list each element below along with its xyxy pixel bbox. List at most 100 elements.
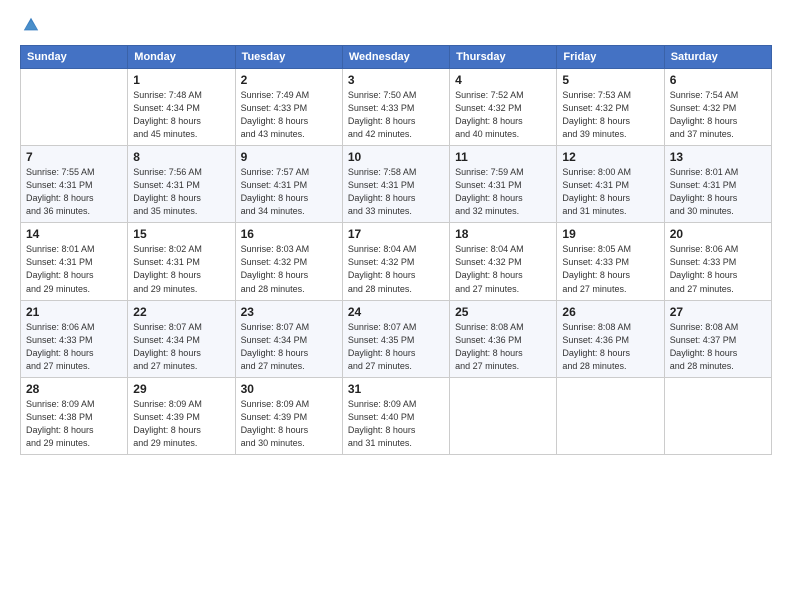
- day-number: 21: [26, 305, 122, 319]
- calendar-cell: 18Sunrise: 8:04 AMSunset: 4:32 PMDayligh…: [450, 223, 557, 300]
- day-info: Sunrise: 8:01 AMSunset: 4:31 PMDaylight:…: [670, 166, 766, 218]
- day-info: Sunrise: 8:04 AMSunset: 4:32 PMDaylight:…: [348, 243, 444, 295]
- calendar-cell: [664, 377, 771, 454]
- calendar-cell: 30Sunrise: 8:09 AMSunset: 4:39 PMDayligh…: [235, 377, 342, 454]
- weekday-thursday: Thursday: [450, 46, 557, 69]
- day-number: 11: [455, 150, 551, 164]
- day-info: Sunrise: 8:08 AMSunset: 4:36 PMDaylight:…: [562, 321, 658, 373]
- calendar-cell: 13Sunrise: 8:01 AMSunset: 4:31 PMDayligh…: [664, 146, 771, 223]
- calendar-cell: 19 Sunrise: 8:05 AMSunset: 4:33 PMDayligh…: [557, 223, 664, 300]
- day-info: Sunrise: 8:09 AMSunset: 4:38 PMDaylight:…: [26, 398, 122, 450]
- calendar-cell: 15 Sunrise: 8:02 AMSunset: 4:31 PMDayligh…: [128, 223, 235, 300]
- day-number: 20: [670, 227, 766, 241]
- logo: [20, 16, 44, 39]
- day-number: 10: [348, 150, 444, 164]
- calendar-cell: 24 Sunrise: 8:07 AMSunset: 4:35 PMDayligh…: [342, 300, 449, 377]
- calendar-cell: 8 Sunrise: 7:56 AMSunset: 4:31 PMDaylight…: [128, 146, 235, 223]
- day-number: 7: [26, 150, 122, 164]
- weekday-tuesday: Tuesday: [235, 46, 342, 69]
- weekday-monday: Monday: [128, 46, 235, 69]
- calendar-cell: 14 Sunrise: 8:01 AMSunset: 4:31 PMDayligh…: [21, 223, 128, 300]
- day-number: 2: [241, 73, 337, 87]
- day-info: Sunrise: 8:08 AMSunset: 4:37 PMDaylight:…: [670, 321, 766, 373]
- day-number: 24: [348, 305, 444, 319]
- calendar-cell: 21 Sunrise: 8:06 AMSunset: 4:33 PMDayligh…: [21, 300, 128, 377]
- calendar-cell: 26 Sunrise: 8:08 AMSunset: 4:36 PMDayligh…: [557, 300, 664, 377]
- day-info: Sunrise: 8:01 AMSunset: 4:31 PMDaylight:…: [26, 243, 122, 295]
- calendar-cell: 10 Sunrise: 7:58 AMSunset: 4:31 PMDayligh…: [342, 146, 449, 223]
- calendar-table: SundayMondayTuesdayWednesdayThursdayFrid…: [20, 45, 772, 455]
- calendar-cell: 25Sunrise: 8:08 AMSunset: 4:36 PMDayligh…: [450, 300, 557, 377]
- day-number: 9: [241, 150, 337, 164]
- day-number: 15: [133, 227, 229, 241]
- day-info: Sunrise: 7:50 AMSunset: 4:33 PMDaylight:…: [348, 89, 444, 141]
- weekday-saturday: Saturday: [664, 46, 771, 69]
- day-info: Sunrise: 7:58 AMSunset: 4:31 PMDaylight:…: [348, 166, 444, 218]
- day-info: Sunrise: 7:55 AMSunset: 4:31 PMDaylight:…: [26, 166, 122, 218]
- calendar-week-5: 28Sunrise: 8:09 AMSunset: 4:38 PMDayligh…: [21, 377, 772, 454]
- calendar-week-4: 21 Sunrise: 8:06 AMSunset: 4:33 PMDayligh…: [21, 300, 772, 377]
- day-info: Sunrise: 8:02 AMSunset: 4:31 PMDaylight:…: [133, 243, 229, 295]
- day-number: 8: [133, 150, 229, 164]
- calendar-cell: 4Sunrise: 7:52 AMSunset: 4:32 PMDaylight…: [450, 69, 557, 146]
- calendar-cell: 20 Sunrise: 8:06 AMSunset: 4:33 PMDayligh…: [664, 223, 771, 300]
- day-info: Sunrise: 8:06 AMSunset: 4:33 PMDaylight:…: [26, 321, 122, 373]
- day-number: 3: [348, 73, 444, 87]
- calendar-cell: [557, 377, 664, 454]
- day-number: 1: [133, 73, 229, 87]
- calendar-cell: 6Sunrise: 7:54 AMSunset: 4:32 PMDaylight…: [664, 69, 771, 146]
- day-info: Sunrise: 8:07 AMSunset: 4:35 PMDaylight:…: [348, 321, 444, 373]
- calendar-cell: 22 Sunrise: 8:07 AMSunset: 4:34 PMDayligh…: [128, 300, 235, 377]
- day-number: 16: [241, 227, 337, 241]
- day-info: Sunrise: 8:04 AMSunset: 4:32 PMDaylight:…: [455, 243, 551, 295]
- day-info: Sunrise: 8:09 AMSunset: 4:39 PMDaylight:…: [133, 398, 229, 450]
- day-info: Sunrise: 7:53 AMSunset: 4:32 PMDaylight:…: [562, 89, 658, 141]
- day-info: Sunrise: 8:09 AMSunset: 4:39 PMDaylight:…: [241, 398, 337, 450]
- day-number: 19: [562, 227, 658, 241]
- calendar-cell: 16Sunrise: 8:03 AMSunset: 4:32 PMDayligh…: [235, 223, 342, 300]
- weekday-wednesday: Wednesday: [342, 46, 449, 69]
- day-number: 14: [26, 227, 122, 241]
- day-number: 17: [348, 227, 444, 241]
- day-info: Sunrise: 7:56 AMSunset: 4:31 PMDaylight:…: [133, 166, 229, 218]
- calendar-cell: 3 Sunrise: 7:50 AMSunset: 4:33 PMDaylight…: [342, 69, 449, 146]
- calendar-cell: 5 Sunrise: 7:53 AMSunset: 4:32 PMDaylight…: [557, 69, 664, 146]
- day-number: 5: [562, 73, 658, 87]
- day-info: Sunrise: 8:06 AMSunset: 4:33 PMDaylight:…: [670, 243, 766, 295]
- day-info: Sunrise: 8:07 AMSunset: 4:34 PMDaylight:…: [133, 321, 229, 373]
- day-info: Sunrise: 8:07 AMSunset: 4:34 PMDaylight:…: [241, 321, 337, 373]
- day-number: 27: [670, 305, 766, 319]
- day-number: 22: [133, 305, 229, 319]
- page: SundayMondayTuesdayWednesdayThursdayFrid…: [0, 0, 792, 612]
- calendar-cell: 29 Sunrise: 8:09 AMSunset: 4:39 PMDayligh…: [128, 377, 235, 454]
- calendar-week-3: 14 Sunrise: 8:01 AMSunset: 4:31 PMDayligh…: [21, 223, 772, 300]
- calendar-cell: 11Sunrise: 7:59 AMSunset: 4:31 PMDayligh…: [450, 146, 557, 223]
- day-info: Sunrise: 8:05 AMSunset: 4:33 PMDaylight:…: [562, 243, 658, 295]
- weekday-sunday: Sunday: [21, 46, 128, 69]
- logo-icon: [22, 16, 40, 34]
- day-number: 26: [562, 305, 658, 319]
- calendar-cell: 1 Sunrise: 7:48 AMSunset: 4:34 PMDaylight…: [128, 69, 235, 146]
- calendar-cell: 28Sunrise: 8:09 AMSunset: 4:38 PMDayligh…: [21, 377, 128, 454]
- weekday-friday: Friday: [557, 46, 664, 69]
- day-number: 12: [562, 150, 658, 164]
- calendar-cell: 31Sunrise: 8:09 AMSunset: 4:40 PMDayligh…: [342, 377, 449, 454]
- day-number: 25: [455, 305, 551, 319]
- day-number: 6: [670, 73, 766, 87]
- calendar-week-1: 1 Sunrise: 7:48 AMSunset: 4:34 PMDaylight…: [21, 69, 772, 146]
- calendar-cell: 27 Sunrise: 8:08 AMSunset: 4:37 PMDayligh…: [664, 300, 771, 377]
- day-info: Sunrise: 7:52 AMSunset: 4:32 PMDaylight:…: [455, 89, 551, 141]
- day-info: Sunrise: 7:48 AMSunset: 4:34 PMDaylight:…: [133, 89, 229, 141]
- day-number: 23: [241, 305, 337, 319]
- weekday-header-row: SundayMondayTuesdayWednesdayThursdayFrid…: [21, 46, 772, 69]
- day-info: Sunrise: 7:49 AMSunset: 4:33 PMDaylight:…: [241, 89, 337, 141]
- header: [20, 16, 772, 39]
- calendar-cell: 2 Sunrise: 7:49 AMSunset: 4:33 PMDaylight…: [235, 69, 342, 146]
- day-info: Sunrise: 8:00 AMSunset: 4:31 PMDaylight:…: [562, 166, 658, 218]
- day-number: 29: [133, 382, 229, 396]
- day-info: Sunrise: 8:09 AMSunset: 4:40 PMDaylight:…: [348, 398, 444, 450]
- calendar-cell: [21, 69, 128, 146]
- calendar-cell: 7 Sunrise: 7:55 AMSunset: 4:31 PMDaylight…: [21, 146, 128, 223]
- calendar-cell: 23 Sunrise: 8:07 AMSunset: 4:34 PMDayligh…: [235, 300, 342, 377]
- calendar-cell: 17 Sunrise: 8:04 AMSunset: 4:32 PMDayligh…: [342, 223, 449, 300]
